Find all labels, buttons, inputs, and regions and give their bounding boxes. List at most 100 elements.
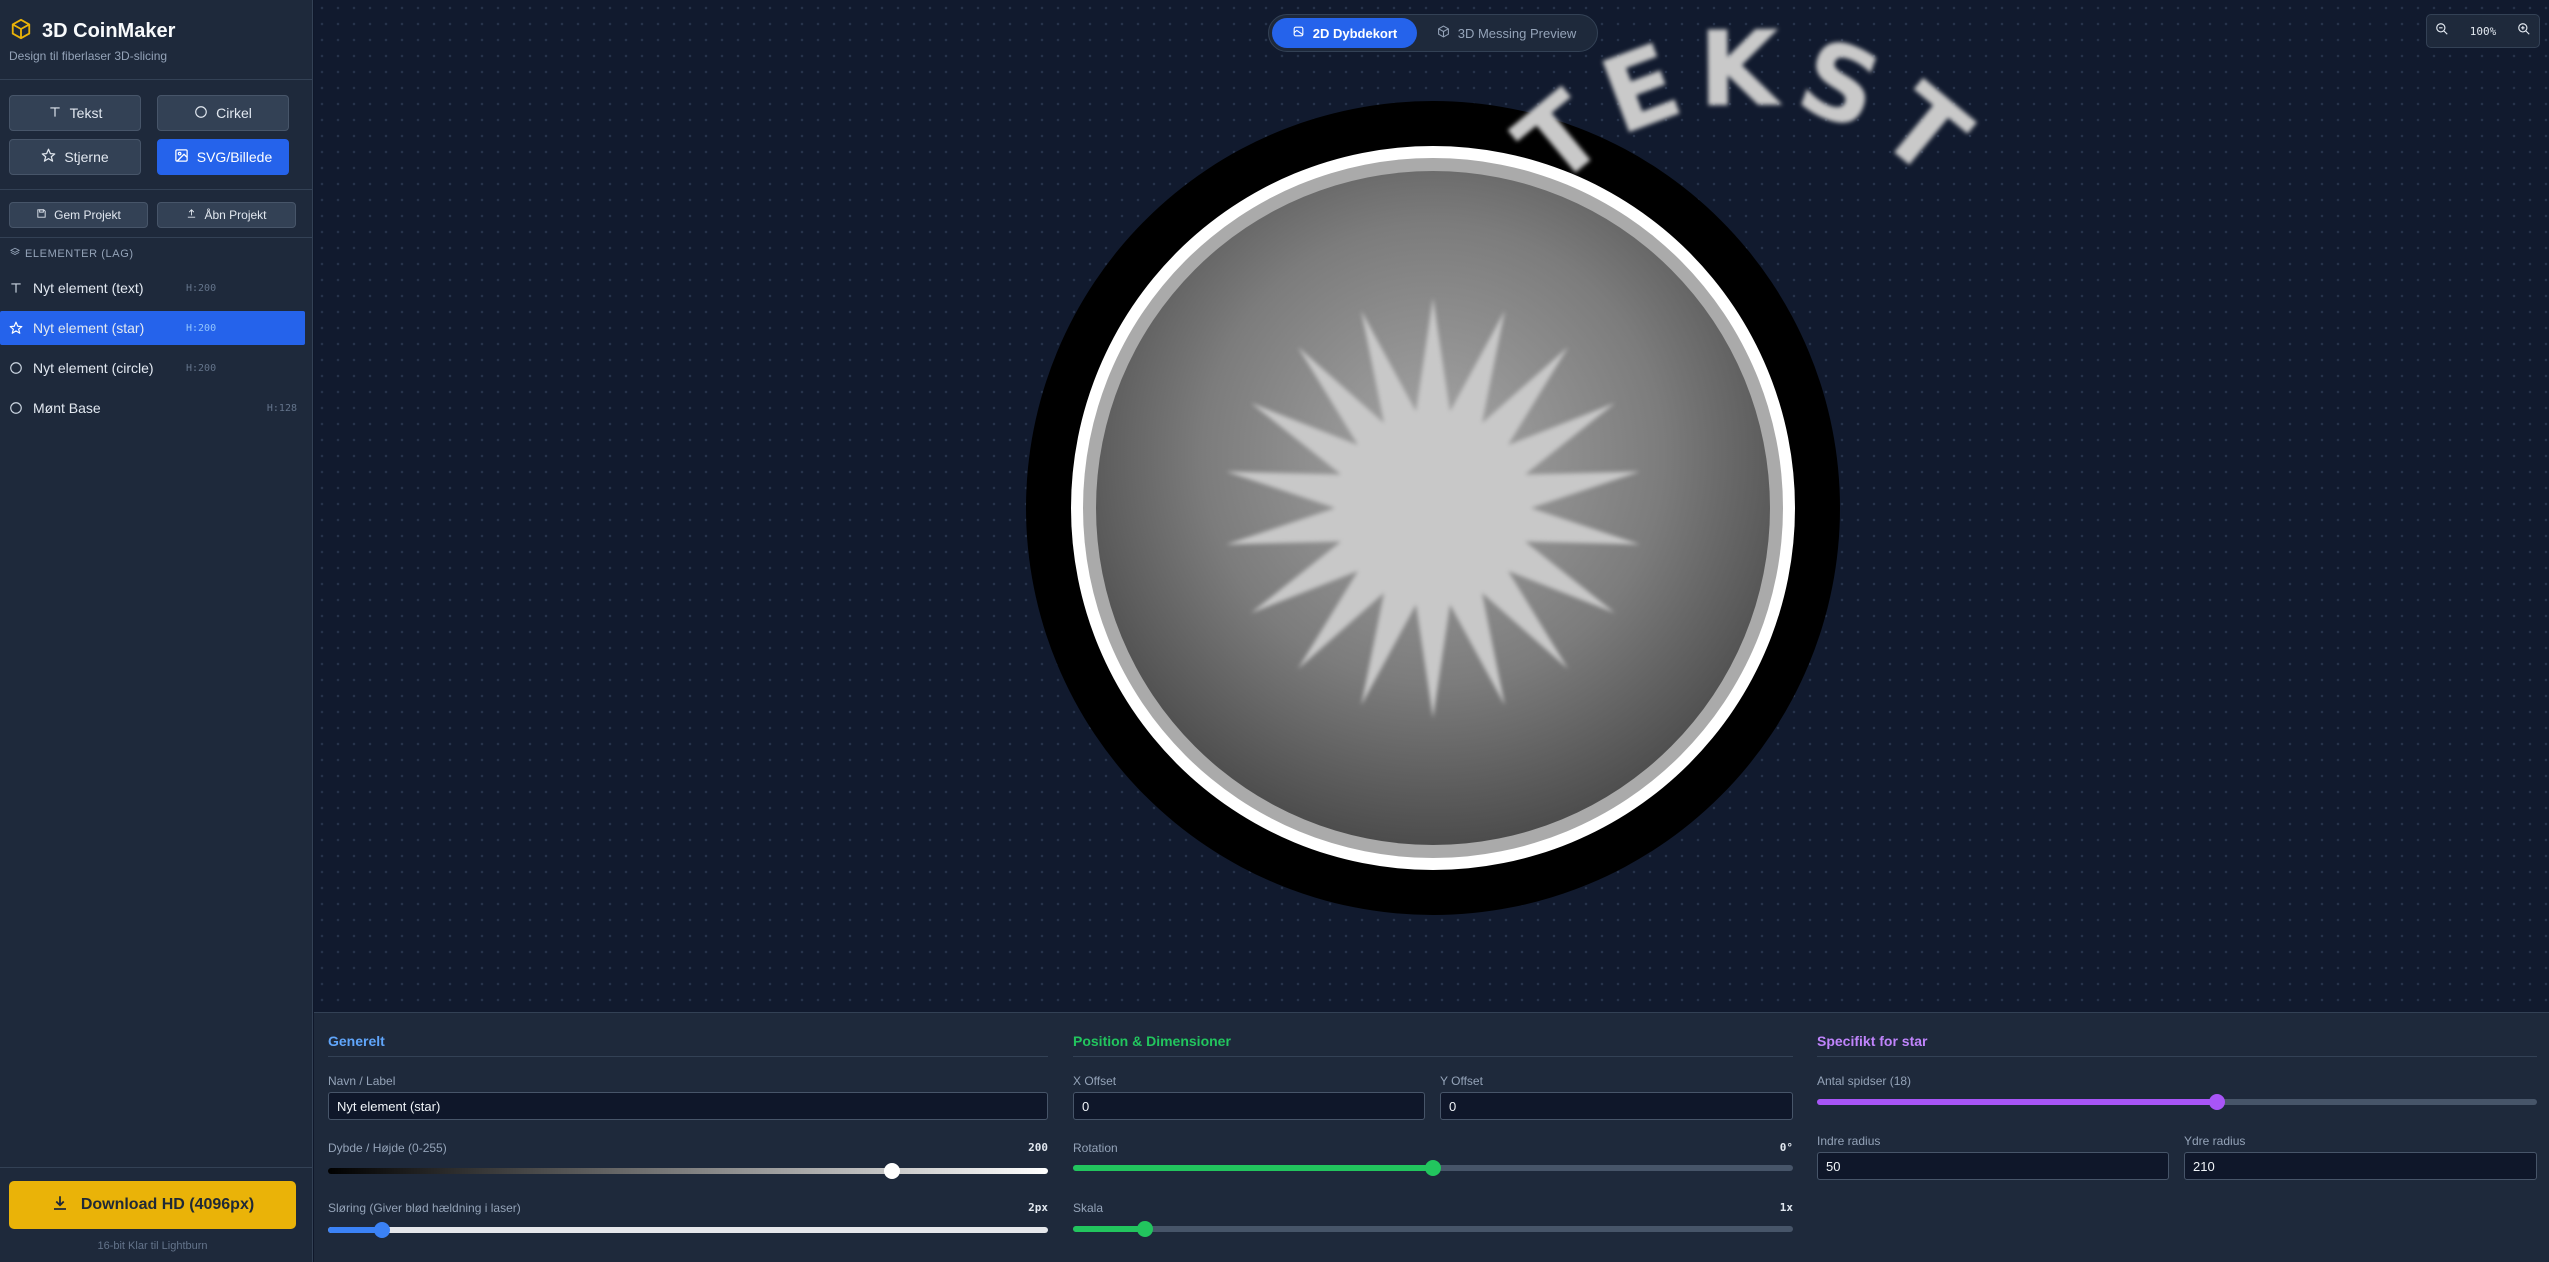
open-project-label: Åbn Projekt [204,208,267,222]
sidebar-divider [0,79,313,80]
sidebar: 3D CoinMaker Design til fiberlaser 3D-sl… [0,0,313,1262]
layers-icon [9,247,21,260]
layer-name: Mønt Base [33,400,101,416]
scale-value: 1x [1779,1201,1793,1214]
scale-slider-thumb[interactable] [1137,1221,1153,1237]
download-hd-button[interactable]: Download HD (4096px) [9,1181,296,1229]
brand: 3D CoinMaker [10,18,175,45]
name-input[interactable] [328,1092,1048,1120]
open-project-button[interactable]: Åbn Projekt [157,202,296,228]
blur-label: Sløring (Giver blød hældning i laser) [328,1201,521,1215]
outer-radius-label: Ydre radius [2184,1134,2246,1148]
layer-item-circle[interactable]: Nyt element (circle) H:200 [0,351,305,385]
blur-slider[interactable] [328,1222,1048,1238]
y-offset-input[interactable] [1440,1092,1793,1120]
download-icon [51,1194,69,1217]
section-title-specific: Specifikt for star [1817,1033,1928,1049]
star-points-slider-fill [1817,1099,2217,1105]
layer-name: Nyt element (star) [33,320,145,336]
inner-radius-input[interactable] [1817,1152,2169,1180]
export-note: 16-bit Klar til Lightburn [97,1240,208,1252]
sidebar-divider [0,237,313,238]
circle-icon [9,401,23,418]
add-circle-label: Cirkel [216,105,252,121]
save-project-label: Gem Projekt [54,208,121,222]
layer-height: H:200 [186,362,217,374]
scale-label: Skala [1073,1201,1104,1215]
sidebar-divider [0,1167,313,1168]
blur-slider-thumb[interactable] [374,1222,390,1238]
x-offset-input[interactable] [1073,1092,1425,1120]
coin-depthmap-preview[interactable]: TEKST [314,0,2549,1012]
text-icon [9,281,23,298]
sidebar-divider [0,189,313,190]
save-icon [36,208,47,222]
layer-item-text[interactable]: Nyt element (text) H:200 [0,271,305,305]
image-icon [174,148,189,166]
save-project-button[interactable]: Gem Projekt [9,202,148,228]
add-text-label: Tekst [69,105,103,121]
add-text-button[interactable]: Tekst [9,95,141,131]
star-icon [9,321,23,338]
section-divider [1073,1056,1793,1057]
x-offset-label: X Offset [1073,1074,1117,1088]
depth-label: Dybde / Højde (0-255) [328,1141,447,1155]
outer-radius-input[interactable] [2184,1152,2537,1180]
depth-value: 200 [1028,1141,1048,1154]
section-divider [328,1056,1048,1057]
add-circle-button[interactable]: Cirkel [157,95,289,131]
add-star-button[interactable]: Stjerne [9,139,141,175]
app-title: 3D CoinMaker [42,20,176,42]
circle-icon [9,361,23,378]
depth-slider-thumb[interactable] [884,1163,901,1179]
section-divider [1817,1056,2537,1057]
zoom-controls: 100% [2426,14,2540,48]
circle-icon [194,105,208,122]
canvas-area[interactable]: TEKST 2D Dybdekort 3D Messing Preview 10 [314,0,2549,1012]
tab-2d-depth-map-label: 2D Dybdekort [1312,25,1398,41]
layers-icon [1292,25,1305,41]
rotation-slider[interactable] [1073,1160,1793,1176]
app-root: 3D CoinMaker Design til fiberlaser 3D-sl… [0,0,2549,1262]
rotation-slider-thumb[interactable] [1425,1160,1441,1176]
name-label: Navn / Label [328,1074,396,1088]
zoom-level: 100% [2469,24,2497,38]
add-star-label: Stjerne [64,149,109,165]
zoom-out-icon[interactable] [2435,22,2449,41]
rotation-label: Rotation [1073,1141,1118,1155]
zoom-in-icon[interactable] [2517,22,2531,41]
layer-item-coin-base[interactable]: Mønt Base H:128 [0,391,305,425]
layer-name: Nyt element (text) [33,280,144,296]
layers-title: ELEMENTER (LAG) [25,247,134,260]
app-subtitle: Design til fiberlaser 3D-slicing [9,49,168,63]
star-points-label: Antal spidser (18) [1817,1074,1912,1088]
blur-value: 2px [1028,1201,1048,1214]
properties-panel: Generelt Navn / Label Dybde / Højde (0-2… [314,1012,2549,1262]
section-title-general: Generelt [328,1033,385,1049]
tab-3d-brass-preview-label: 3D Messing Preview [1457,25,1577,41]
layer-item-star[interactable]: Nyt element (star) H:200 [0,311,305,345]
tab-2d-depth-map[interactable]: 2D Dybdekort [1272,18,1417,48]
view-mode-toggle: 2D Dybdekort 3D Messing Preview [1268,14,1598,52]
add-svg-image-label: SVG/Billede [196,149,273,165]
layer-name: Nyt element (circle) [33,360,154,376]
layer-height: H:128 [266,402,297,414]
box-icon [1437,25,1450,41]
section-title-position: Position & Dimensioner [1073,1033,1231,1049]
rotation-value: 0° [1779,1141,1793,1154]
text-icon [48,105,62,122]
star-points-slider[interactable] [1817,1094,2537,1110]
scale-slider[interactable] [1073,1221,1793,1237]
inner-radius-label: Indre radius [1817,1134,1881,1148]
rotation-slider-fill [1073,1165,1433,1171]
scale-slider-fill [1073,1226,1145,1232]
upload-icon [186,208,197,222]
download-hd-label: Download HD (4096px) [80,1196,255,1213]
star-icon [41,148,56,166]
add-svg-image-button[interactable]: SVG/Billede [157,139,289,175]
tab-3d-brass-preview[interactable]: 3D Messing Preview [1419,18,1594,48]
star-points-slider-thumb[interactable] [2208,1094,2225,1110]
layer-height: H:200 [186,322,217,334]
cube-logo-icon [10,18,32,45]
depth-slider[interactable] [328,1163,1048,1179]
